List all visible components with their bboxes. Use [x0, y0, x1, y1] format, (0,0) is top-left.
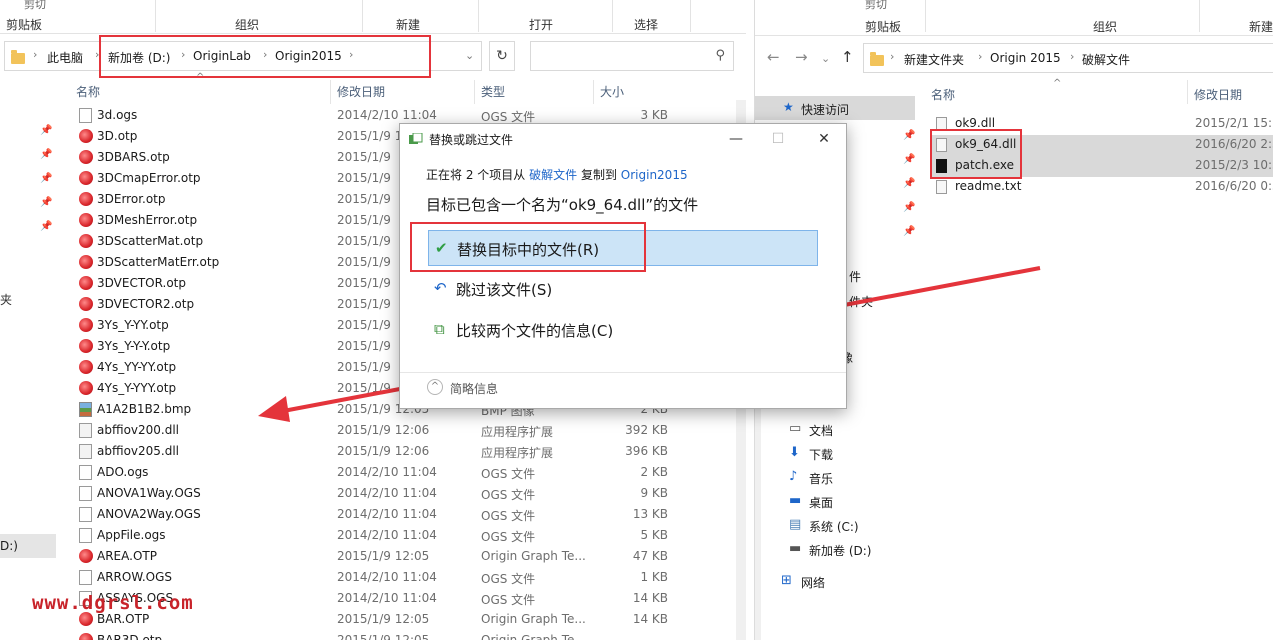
dialog-title: 替换或跳过文件: [429, 133, 514, 147]
compare-option-label: 比较两个文件的信息(C): [456, 322, 614, 340]
destination-folder-link[interactable]: Origin2015: [621, 168, 688, 182]
skip-option-button[interactable]: ↶ 跳过该文件(S): [428, 271, 818, 307]
arrow-head: [258, 396, 290, 422]
compare-icon: ⧉: [434, 320, 445, 338]
close-button[interactable]: ✕: [810, 126, 838, 152]
collapse-details-icon[interactable]: ^: [427, 379, 443, 395]
watermark-text: www.dgrsl.com: [32, 592, 194, 614]
progress-prefix: 正在将 2 个项目从: [426, 168, 526, 182]
minimize-button[interactable]: —: [722, 126, 750, 152]
minimize-icon: —: [729, 131, 743, 147]
highlight-box-replace: [410, 222, 646, 272]
close-icon: ✕: [818, 131, 830, 147]
skip-icon: ↶: [434, 279, 447, 297]
copy-app-icon: [409, 133, 423, 144]
dialog-divider: [400, 372, 846, 373]
dialog-message: 目标已包含一个名为“ok9_64.dll”的文件: [426, 196, 699, 214]
dialog-progress-text: 正在将 2 个项目从 破解文件 复制到 Origin2015: [426, 166, 688, 183]
compare-option-button[interactable]: ⧉ 比较两个文件的信息(C): [428, 312, 818, 348]
fewer-details-toggle[interactable]: 简略信息: [450, 380, 498, 397]
skip-option-label: 跳过该文件(S): [456, 281, 553, 299]
maximize-icon: ☐: [771, 131, 785, 147]
source-folder-link[interactable]: 破解文件: [529, 168, 577, 182]
replace-skip-dialog: 替换或跳过文件 — ☐ ✕ 正在将 2 个项目从 破解文件 复制到 Origin…: [399, 123, 847, 409]
maximize-button[interactable]: ☐: [764, 126, 792, 152]
progress-mid: 复制到: [580, 168, 617, 182]
